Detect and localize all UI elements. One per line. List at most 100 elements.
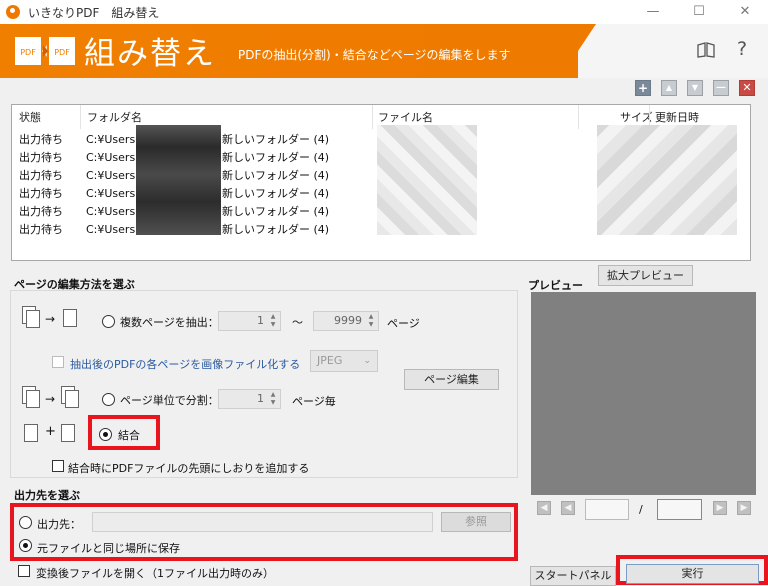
header-description: PDFの抽出(分割)・結合などページの編集をします [238, 48, 511, 62]
redacted-filename [377, 125, 477, 235]
row-status: 出力待ち [19, 187, 63, 200]
row-folder: C:¥Users [86, 169, 136, 182]
logo-right-text: PDF [54, 48, 70, 57]
row-folder: C:¥Users [86, 133, 136, 146]
app-logo-icon [6, 5, 20, 19]
column-folder[interactable]: フォルダ名 [84, 109, 142, 129]
split-unit-label: ページ毎 [292, 395, 336, 408]
total-pages-box [657, 499, 702, 520]
row-folder: C:¥Users [86, 151, 136, 164]
stepper-arrows-icon[interactable]: ▲ ▼ [365, 313, 377, 329]
row-folder-tail: 新しいフォルダー (4) [222, 223, 330, 236]
row-status: 出力待ち [19, 133, 63, 146]
preview-heading: プレビュー [528, 279, 583, 292]
plus-icon: + [45, 424, 56, 439]
page-edit-button[interactable]: ページ編集 [404, 369, 499, 390]
remove-file-button[interactable]: ― [713, 80, 729, 96]
logo-left-text: PDF [20, 48, 36, 57]
pdf-merge-logo-icon: PDF PDF [15, 37, 75, 65]
start-panel-button[interactable]: スタートパネル [530, 566, 616, 586]
clear-list-button[interactable]: ✕ [739, 80, 755, 96]
open-after-checkbox[interactable] [18, 565, 30, 577]
same-place-radio[interactable] [19, 539, 32, 552]
single-page-icon [61, 424, 75, 442]
arrow-icon: → [45, 312, 56, 326]
row-folder-tail: 新しいフォルダー (4) [222, 133, 330, 146]
to-image-label: 抽出後のPDFの各ページを画像ファイル化する [70, 358, 301, 371]
row-folder-tail: 新しいフォルダー (4) [222, 169, 330, 182]
merge-radio[interactable] [99, 428, 112, 441]
row-folder-tail: 新しいフォルダー (4) [222, 187, 330, 200]
dest-label: 出力先： [37, 518, 81, 531]
header-title: 組み替え [84, 36, 216, 72]
bookmark-checkbox[interactable] [52, 460, 64, 472]
split-radio[interactable] [102, 393, 115, 406]
row-status: 出力待ち [19, 151, 63, 164]
book-icon[interactable] [696, 42, 716, 58]
close-icon[interactable]: ✕ [722, 0, 768, 24]
current-page-input[interactable] [585, 499, 629, 520]
row-status: 出力待ち [19, 205, 63, 218]
dest-path-input[interactable] [92, 512, 433, 532]
single-page-icon [63, 309, 77, 327]
preview-area [531, 292, 756, 495]
extract-to-value: 9999 [334, 314, 362, 327]
split-stepper[interactable]: 1 ▲ ▼ [218, 389, 281, 409]
row-status: 出力待ち [19, 169, 63, 182]
add-file-button[interactable]: + [635, 80, 651, 96]
move-down-button[interactable]: ▼ [687, 80, 703, 96]
chevron-down-icon: ⌄ [363, 356, 371, 366]
row-folder-tail: 新しいフォルダー (4) [222, 205, 330, 218]
extract-to-stepper[interactable]: 9999 ▲ ▼ [313, 311, 379, 331]
extract-label: 複数ページを抽出： [120, 316, 219, 329]
pages-stack-icon [26, 310, 40, 328]
row-folder: C:¥Users [86, 187, 136, 200]
extract-radio[interactable] [102, 315, 115, 328]
browse-button[interactable]: 参照 [441, 512, 511, 532]
image-format-value: JPEG [317, 354, 343, 367]
minimize-icon[interactable]: — [630, 0, 676, 24]
stepper-arrows-icon[interactable]: ▲ ▼ [267, 391, 279, 407]
extract-from-value: 1 [257, 314, 264, 327]
first-page-icon[interactable]: ◀ [537, 501, 551, 515]
prev-page-icon[interactable]: ◀ [561, 501, 575, 515]
help-icon[interactable]: ? [737, 38, 747, 60]
row-folder: C:¥Users [86, 223, 136, 236]
output-heading: 出力先を選ぶ [14, 489, 80, 502]
column-divider [372, 105, 373, 129]
maximize-icon[interactable]: ☐ [676, 0, 722, 24]
open-after-label: 変換後ファイルを開く（1ファイル出力時のみ） [36, 567, 274, 580]
row-folder: C:¥Users [86, 205, 136, 218]
single-page-icon [24, 424, 38, 442]
redacted-folder-path [136, 125, 221, 235]
page-separator: / [639, 503, 643, 516]
row-status: 出力待ち [19, 223, 63, 236]
same-place-label: 元ファイルと同じ場所に保存 [37, 542, 180, 555]
pages-stack-icon [65, 390, 79, 408]
zoom-preview-button[interactable]: 拡大プレビュー [598, 265, 693, 286]
row-folder-tail: 新しいフォルダー (4) [222, 151, 330, 164]
arrow-icon: → [45, 392, 56, 406]
bookmark-label: 結合時にPDFファイルの先頭にしおりを追加する [68, 462, 310, 475]
page-unit-label: ページ [387, 317, 420, 330]
last-page-icon[interactable]: ▶ [737, 501, 751, 515]
image-format-select[interactable]: JPEG ⌄ [310, 350, 378, 372]
redacted-size-date [597, 125, 737, 235]
window-title: いきなりPDF 組み替え [28, 6, 160, 20]
stepper-arrows-icon[interactable]: ▲ ▼ [267, 313, 279, 329]
extract-from-stepper[interactable]: 1 ▲ ▼ [218, 311, 281, 331]
move-up-button[interactable]: ▲ [661, 80, 677, 96]
to-image-checkbox[interactable] [52, 356, 64, 368]
split-label: ページ単位で分割： [120, 394, 219, 407]
header-banner-tip [560, 24, 596, 78]
split-value: 1 [257, 392, 264, 405]
pages-stack-icon [26, 390, 40, 408]
run-button[interactable]: 実行 [626, 564, 759, 584]
next-page-icon[interactable]: ▶ [713, 501, 727, 515]
dest-radio[interactable] [19, 516, 32, 529]
merge-label: 結合 [118, 429, 140, 442]
column-status[interactable]: 状態 [16, 109, 41, 129]
file-list[interactable]: 状態 フォルダ名 ファイル名 サイズ 更新日時 出力待ち C:¥Users 新し… [11, 104, 751, 261]
column-divider [80, 105, 81, 129]
column-divider [578, 105, 579, 129]
